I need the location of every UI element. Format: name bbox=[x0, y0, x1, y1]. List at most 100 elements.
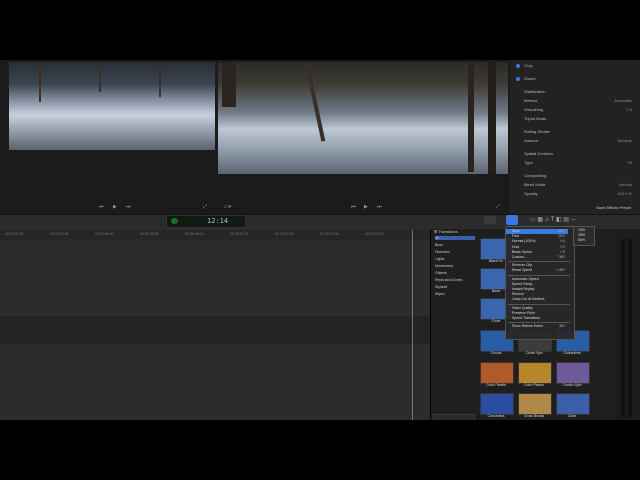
fullscreen-icon[interactable]: ⤢ bbox=[496, 204, 500, 210]
tree-shape bbox=[99, 62, 101, 92]
speed-menu-item-shortcut: ⌃⌘R bbox=[556, 255, 565, 259]
category-item[interactable]: Dissolves bbox=[435, 250, 450, 254]
category-item[interactable]: Wipes bbox=[435, 292, 445, 296]
speed-menu-item-label: Blade Speed bbox=[512, 249, 533, 254]
tree-shape bbox=[39, 62, 41, 102]
category-item[interactable]: Movements bbox=[435, 264, 453, 268]
transition-thumbnail[interactable] bbox=[556, 362, 590, 384]
play-icon[interactable]: ▶ bbox=[364, 204, 368, 210]
inspector-row[interactable]: Tripod Mode bbox=[514, 115, 638, 123]
menu-separator bbox=[508, 303, 570, 305]
tree-shape bbox=[488, 62, 496, 174]
transition-thumbnail-label: Clouds bbox=[490, 351, 502, 355]
menu-separator bbox=[508, 274, 570, 276]
category-item[interactable]: Stylized bbox=[435, 285, 447, 289]
transition-thumbnail[interactable] bbox=[518, 362, 552, 384]
transition-thumbnail-label: Combo Spin bbox=[562, 383, 582, 387]
inspector-row-value: Fit bbox=[627, 160, 632, 165]
timeline-tick-label: 00:00:04:00 bbox=[95, 232, 114, 236]
inspector-row[interactable]: Type Fit bbox=[514, 159, 638, 167]
category-item[interactable]: All bbox=[435, 236, 475, 240]
next-frame-icon[interactable]: ⏭ bbox=[377, 204, 382, 210]
timeline-tick-label: 00:00:16:00 bbox=[365, 232, 384, 236]
speed-menu-item[interactable]: Speed Transitions bbox=[506, 316, 568, 321]
inspector-row[interactable]: Distort bbox=[514, 75, 638, 83]
inspector-row[interactable]: Stabilization bbox=[514, 88, 638, 96]
transition-thumbnail-label: Color Panels bbox=[485, 383, 507, 387]
meter-bar bbox=[628, 239, 632, 417]
speed-menu-item[interactable]: Custom... ⌃⌘R bbox=[506, 255, 568, 260]
speed-menu-item-label: Reset Speed bbox=[512, 268, 533, 273]
inspector-row-label: Rolling Shutter bbox=[524, 129, 551, 134]
inspector-row[interactable]: Amount Medium bbox=[514, 137, 638, 145]
inspector-row-value: Medium bbox=[617, 138, 632, 143]
transition-thumbnail[interactable] bbox=[480, 362, 514, 384]
transition-thumbnail[interactable] bbox=[556, 393, 590, 415]
inspector-row[interactable]: Opacity 100.0 % bbox=[514, 190, 638, 198]
speed-submenu-item[interactable]: 10% bbox=[578, 228, 585, 232]
timeline-tick-label: 00:00:14:00 bbox=[320, 232, 339, 236]
enable-toggle-icon[interactable] bbox=[516, 64, 520, 68]
tool-select-icon[interactable] bbox=[484, 216, 496, 224]
inspector-row-value: 100.0 % bbox=[617, 191, 632, 196]
category-item[interactable]: Replicator/Clones bbox=[435, 278, 463, 282]
timeline-tick-label: 00:00:10:00 bbox=[230, 232, 249, 236]
category-item[interactable]: Blurs bbox=[435, 243, 443, 247]
speed-menu-item[interactable]: Reset Speed ⌥⌘R bbox=[506, 268, 568, 273]
speed-menu: Slow 50% Fast 25% Normal (100%) ⇧N Hold ⇧H Blade… bbox=[505, 226, 575, 340]
event-viewer-video[interactable] bbox=[9, 62, 215, 150]
inspector-row-label: Method bbox=[524, 98, 538, 103]
speed-menu-item-label: Rewind bbox=[512, 292, 524, 297]
inspector-row-label: Blend Mode bbox=[524, 182, 546, 187]
speed-menu-item-label: Instant Replay bbox=[512, 287, 535, 291]
inspector-row[interactable]: Smoothing 1.0 bbox=[514, 106, 638, 114]
playhead[interactable] bbox=[412, 230, 413, 420]
retime-icon[interactable] bbox=[506, 215, 518, 225]
inspector-row-value: Normal bbox=[619, 182, 632, 187]
tree-shape bbox=[468, 62, 474, 172]
dashboard: 12:14 bbox=[166, 215, 246, 228]
enable-toggle-icon[interactable] bbox=[516, 77, 520, 81]
transition-thumbnail-label: Cross Blocks bbox=[523, 414, 545, 418]
play-icon[interactable]: ▶ bbox=[113, 204, 117, 210]
inspector-row[interactable]: Crop bbox=[514, 62, 638, 70]
inspector-row[interactable]: Blend Mode Normal bbox=[514, 181, 638, 189]
speed-menu-item[interactable]: Show Retime Editor ⌘R bbox=[506, 324, 568, 329]
timeline-tick-label: 00:00:12:00 bbox=[275, 232, 294, 236]
fullscreen-icon[interactable]: ⤢ bbox=[203, 204, 207, 210]
timeline-tick-label: 00:00:00:00 bbox=[5, 232, 24, 236]
category-item[interactable]: Lights bbox=[435, 257, 444, 261]
speed-menu-item-label: Slow bbox=[512, 229, 520, 233]
bottom-black-band bbox=[0, 420, 640, 480]
inspector-row[interactable]: Spatial Conform bbox=[514, 150, 638, 158]
category-item[interactable]: Objects bbox=[435, 271, 447, 275]
inspector-row-label: Spatial Conform bbox=[524, 151, 553, 156]
view-menu-icon[interactable]: ▭▾ bbox=[224, 204, 231, 210]
speed-menu-item-label: Speed Transitions bbox=[512, 316, 541, 320]
transitions-title: Transitions bbox=[438, 229, 458, 234]
transition-thumbnail[interactable] bbox=[518, 393, 552, 415]
main-viewer-video[interactable] bbox=[218, 62, 508, 174]
speed-menu-item-label: Normal (100%) bbox=[512, 239, 536, 244]
speed-menu-item-label: Speed Ramp bbox=[512, 281, 533, 286]
save-effects-preset-button[interactable]: Save Effects Preset bbox=[596, 205, 631, 210]
speed-menu-item-label: Show Retime Editor bbox=[512, 324, 543, 329]
prev-frame-icon[interactable]: ⏮ bbox=[351, 204, 356, 210]
transition-thumbnail-label: Cube bbox=[567, 414, 577, 418]
inspector-row-label: Compositing bbox=[524, 173, 547, 178]
speed-menu-item-label: Hold bbox=[512, 244, 520, 249]
next-frame-icon[interactable]: ⏭ bbox=[126, 204, 131, 210]
inspector-row[interactable]: Method Automatic bbox=[514, 97, 638, 105]
speed-submenu-item[interactable]: 25% bbox=[578, 233, 585, 237]
transition-thumbnail[interactable] bbox=[480, 393, 514, 415]
inspector-row[interactable]: Rolling Shutter bbox=[514, 128, 638, 136]
media-browser-icons[interactable]: ▭ ▦ ♫ T ◧ ▤ ⇔ bbox=[530, 216, 630, 224]
inspector-row[interactable]: Compositing bbox=[514, 172, 638, 180]
speed-menu-item-shortcut: ⌘R bbox=[558, 324, 565, 329]
prev-frame-icon[interactable]: ⏮ bbox=[99, 204, 104, 210]
speed-menu-item[interactable]: Jump Cut at Markers bbox=[506, 297, 568, 302]
inspector-row-value: 1.0 bbox=[626, 107, 632, 112]
speed-submenu-item[interactable]: 50% bbox=[578, 238, 585, 242]
inspector-row-label: Tripod Mode bbox=[524, 116, 547, 121]
audio-meters bbox=[616, 229, 640, 420]
